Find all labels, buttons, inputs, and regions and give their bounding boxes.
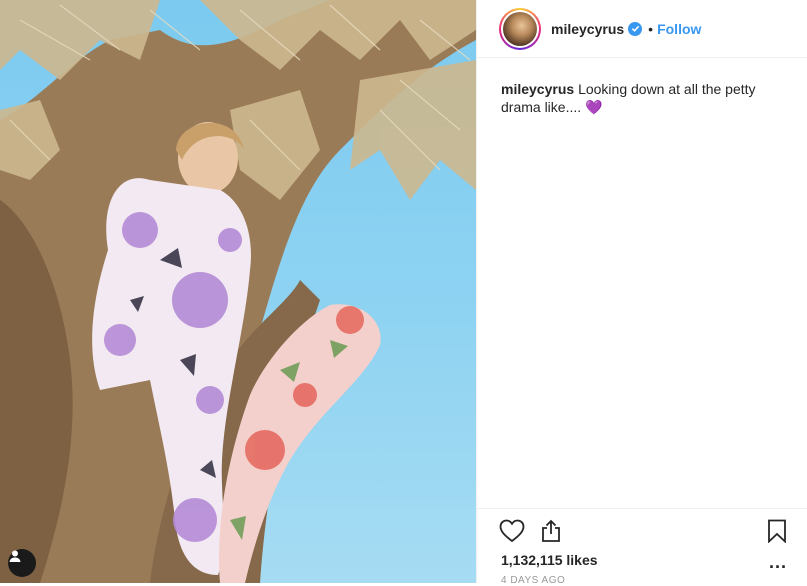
caption-username[interactable]: mileycyrus: [501, 81, 574, 97]
username-link[interactable]: mileycyrus: [551, 21, 624, 37]
post-side-panel: mileycyrus • Follow mileycyrus Looking d…: [476, 0, 807, 586]
verified-badge-icon: [628, 21, 643, 36]
post-header: mileycyrus • Follow: [477, 0, 807, 58]
heart-icon[interactable]: [499, 519, 525, 548]
separator-dot: •: [648, 20, 654, 37]
more-options-button[interactable]: ...: [769, 552, 787, 573]
share-icon[interactable]: [539, 519, 563, 548]
purple-heart-emoji: 💜: [585, 99, 603, 115]
follow-button[interactable]: Follow: [657, 21, 701, 37]
bookmark-icon[interactable]: [767, 519, 787, 548]
photo-illustration: [0, 0, 476, 583]
likes-count[interactable]: 1,132,115 likes: [501, 552, 598, 568]
action-bar: [477, 508, 807, 552]
post-timestamp[interactable]: 4 DAYS AGO: [501, 575, 565, 586]
avatar[interactable]: [503, 11, 537, 46]
avatar-story-ring[interactable]: [499, 7, 541, 50]
user-tag-icon[interactable]: [8, 549, 36, 577]
caption: mileycyrus Looking down at all the petty…: [501, 80, 769, 116]
post-photo[interactable]: [0, 0, 476, 583]
